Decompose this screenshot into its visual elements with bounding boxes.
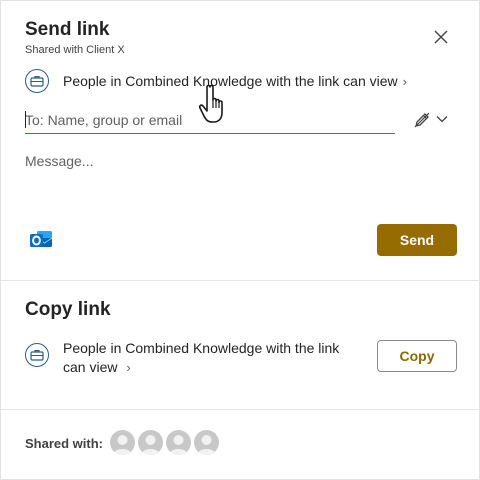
text-caret bbox=[25, 111, 26, 128]
send-button[interactable]: Send bbox=[377, 224, 457, 256]
outlook-icon[interactable] bbox=[27, 225, 55, 253]
send-link-permission-text: People in Combined Knowledge with the li… bbox=[63, 73, 398, 89]
message-input[interactable] bbox=[25, 153, 455, 209]
edit-permission-button[interactable] bbox=[411, 109, 433, 131]
close-button[interactable] bbox=[429, 25, 453, 49]
section-divider bbox=[1, 280, 480, 281]
avatar[interactable] bbox=[110, 430, 135, 455]
avatar[interactable] bbox=[194, 430, 219, 455]
close-icon bbox=[434, 30, 448, 44]
briefcase-icon bbox=[25, 343, 49, 367]
shared-with-subtitle: Shared with Client X bbox=[25, 44, 125, 56]
pen-icon bbox=[414, 112, 430, 128]
shared-with-label: Shared with: bbox=[25, 436, 104, 451]
copy-link-permission-text: People in Combined Knowledge with the li… bbox=[63, 339, 353, 377]
briefcase-icon bbox=[25, 69, 49, 93]
chevron-down-icon bbox=[436, 116, 448, 123]
chevron-right-icon: › bbox=[402, 73, 407, 89]
share-dialog: Send link Shared with Client X People in… bbox=[0, 0, 480, 480]
recipients-input[interactable] bbox=[25, 106, 395, 134]
shared-with-avatars bbox=[110, 430, 222, 455]
send-link-permission-button[interactable]: People in Combined Knowledge with the li… bbox=[25, 68, 407, 94]
copy-link-permission-button[interactable]: People in Combined Knowledge with the li… bbox=[25, 339, 353, 377]
edit-permission-dropdown[interactable] bbox=[435, 111, 449, 127]
copy-link-permission-label: People in Combined Knowledge with the li… bbox=[63, 340, 340, 375]
copy-link-title: Copy link bbox=[25, 299, 111, 320]
avatar[interactable] bbox=[138, 430, 163, 455]
copy-button[interactable]: Copy bbox=[377, 340, 457, 372]
avatar[interactable] bbox=[166, 430, 191, 455]
send-link-title: Send link bbox=[25, 19, 110, 40]
chevron-right-icon: › bbox=[126, 360, 131, 375]
section-divider bbox=[1, 409, 480, 410]
